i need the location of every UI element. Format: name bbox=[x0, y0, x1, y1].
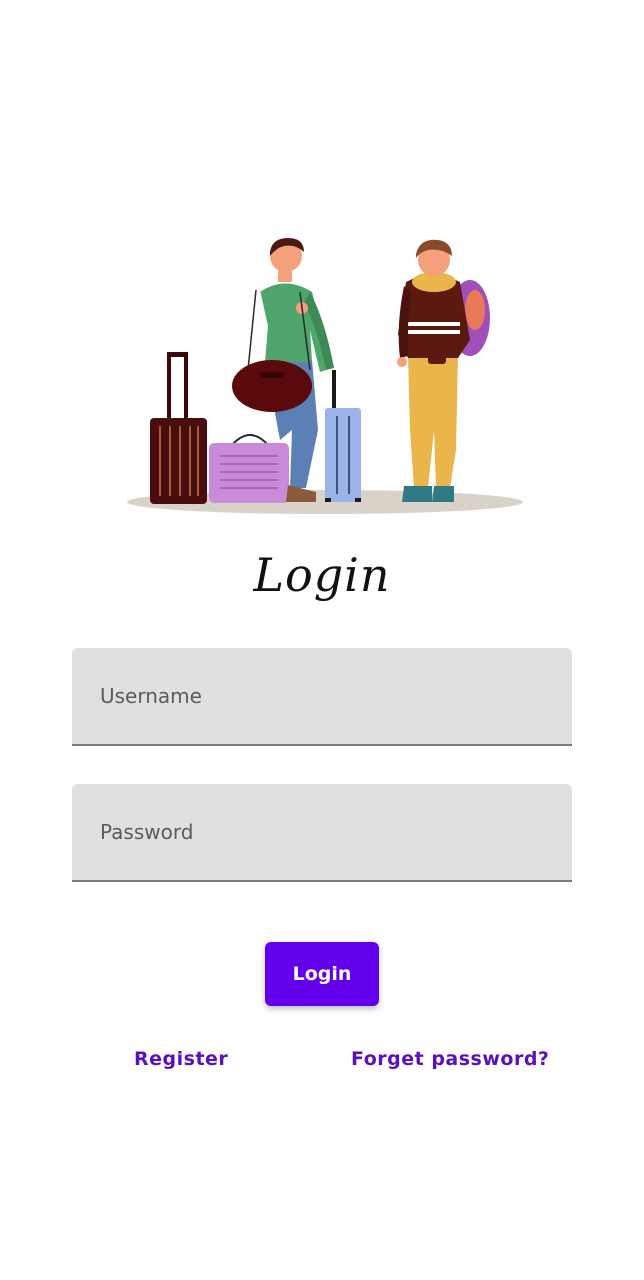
blue-suitcase-icon bbox=[325, 370, 361, 502]
register-link[interactable]: Register bbox=[134, 1048, 228, 1070]
purple-bag-icon bbox=[209, 434, 289, 503]
dark-suitcase-icon bbox=[150, 352, 207, 504]
forget-password-link[interactable]: Forget password? bbox=[351, 1048, 549, 1070]
username-input[interactable] bbox=[72, 648, 572, 744]
username-field[interactable] bbox=[72, 648, 572, 746]
travelers-illustration bbox=[127, 238, 523, 514]
password-input[interactable] bbox=[72, 784, 572, 880]
page-title: Login bbox=[253, 548, 391, 602]
password-field[interactable] bbox=[72, 784, 572, 882]
person-backpack-icon bbox=[397, 239, 490, 502]
login-button[interactable]: Login bbox=[265, 942, 379, 1006]
